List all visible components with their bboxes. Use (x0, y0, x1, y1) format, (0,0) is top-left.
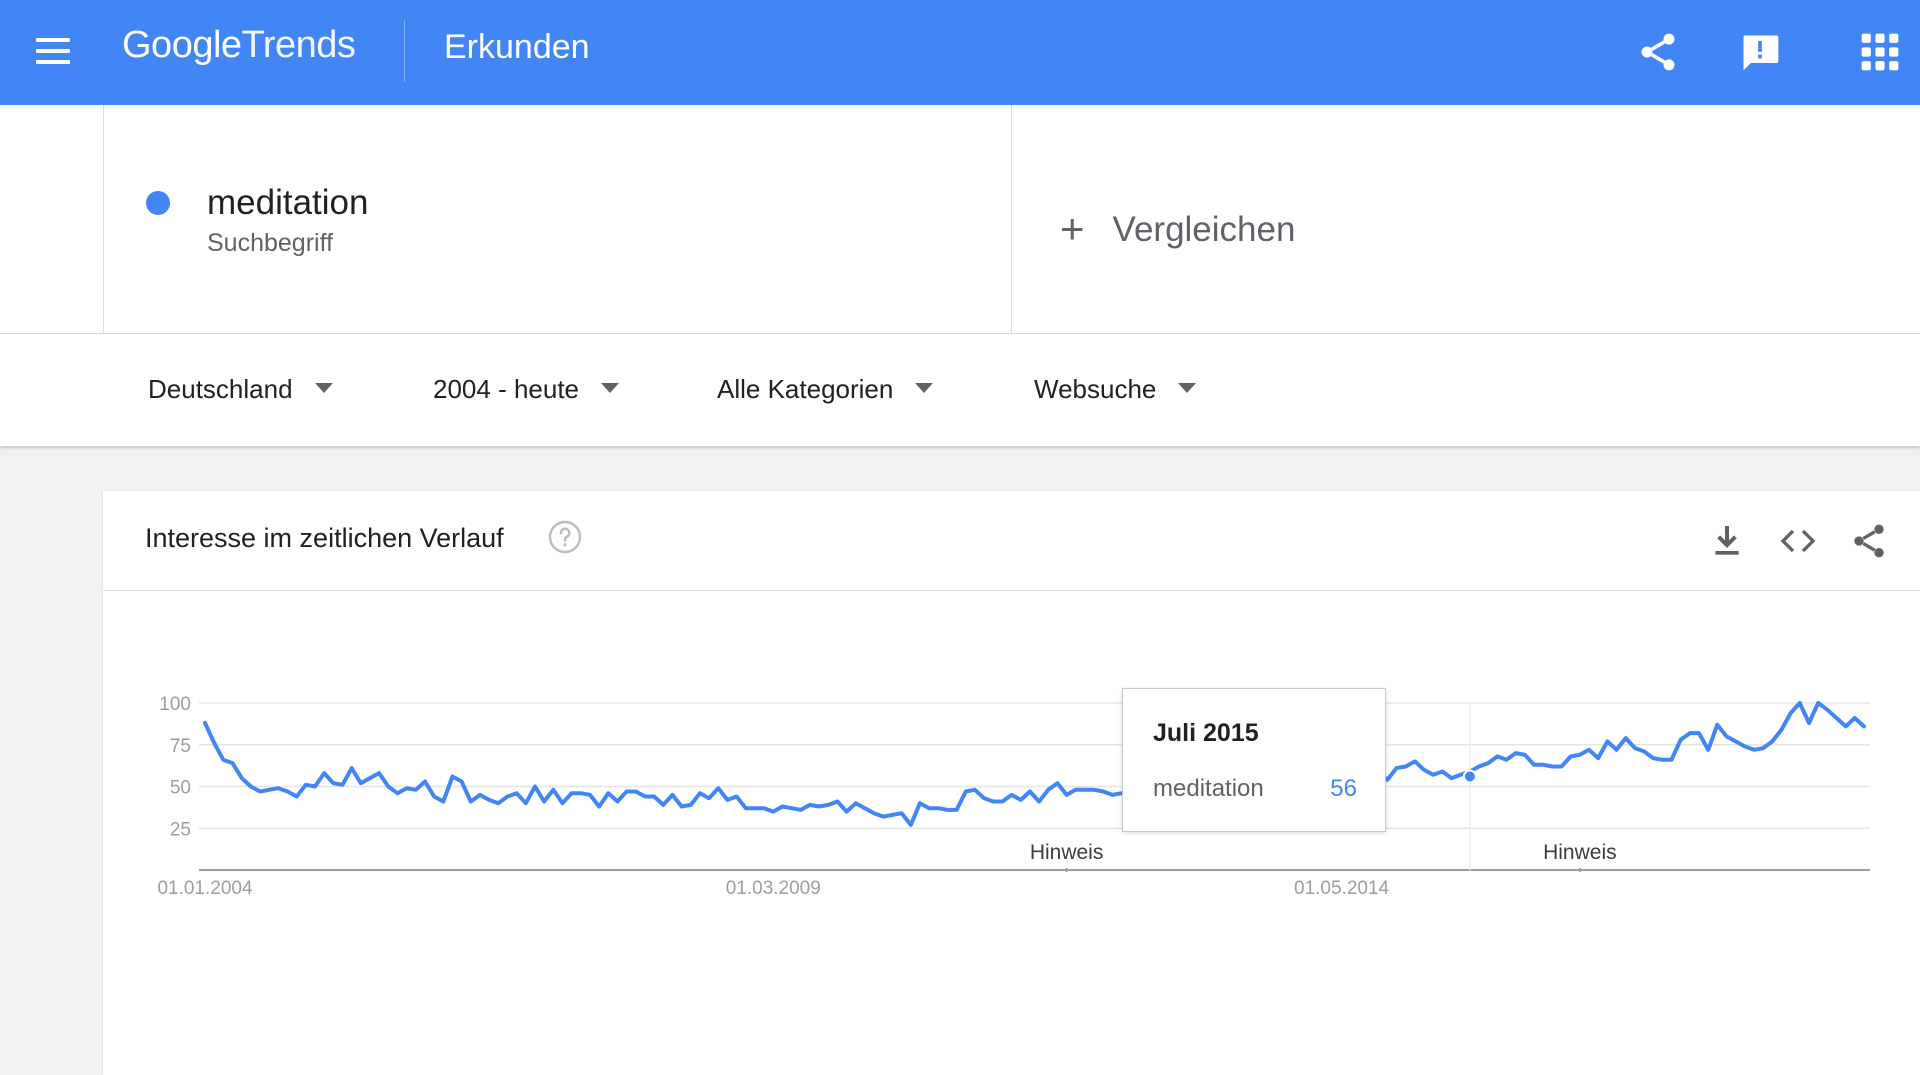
panel-divider (103, 105, 104, 333)
annotation-label: Hinweis (1030, 841, 1104, 864)
tooltip-date: Juli 2015 (1153, 719, 1259, 747)
top-app-bar: GoogleTrends Erkunden (0, 0, 1920, 105)
category-filter-dropdown[interactable]: Alle Kategorien (717, 374, 934, 405)
dropdown-arrow-icon (601, 383, 620, 394)
tooltip-value: 56 (1330, 775, 1357, 802)
interest-over-time-card: Interesse im zeitlichen Verlauf 25 50 75 10… (103, 491, 1920, 1075)
y-tick-label: 25 (170, 819, 191, 840)
logo-google-text: Google (122, 24, 242, 66)
compare-button[interactable]: + Vergleichen (1060, 203, 1296, 252)
region-filter-dropdown[interactable]: Deutschland (148, 374, 333, 405)
tooltip-term: meditation (1153, 775, 1264, 802)
search-type-filter-label: Websuche (1034, 374, 1157, 404)
x-tick-label: 01.03.2009 (726, 878, 821, 899)
dropdown-arrow-icon (1178, 383, 1197, 394)
x-tick-label: 01.05.2014 (1294, 878, 1390, 899)
time-range-filter-dropdown[interactable]: 2004 - heute (433, 374, 620, 405)
y-tick-label: 50 (170, 778, 191, 799)
region-filter-label: Deutschland (148, 374, 293, 404)
plus-icon: + (1060, 205, 1085, 252)
search-term-name[interactable]: meditation (207, 183, 368, 223)
y-tick-label: 75 (170, 736, 191, 757)
search-term-panel: meditation Suchbegriff + Vergleichen (0, 105, 1920, 334)
term-color-dot (146, 191, 170, 215)
panel-divider (1011, 105, 1012, 333)
apps-grid-icon[interactable] (1858, 30, 1902, 74)
annotation-label: Hinweis (1543, 841, 1617, 864)
trend-line-chart[interactable]: 25 50 75 100 01.01.2004 01.03.2009 01.05.2014 H… (103, 491, 1920, 1075)
logo-trends-text: Trends (241, 24, 356, 66)
page-title: Erkunden (444, 28, 590, 66)
category-filter-label: Alle Kategorien (717, 374, 894, 404)
time-range-filter-label: 2004 - heute (433, 374, 580, 404)
google-trends-logo[interactable]: GoogleTrends (122, 24, 356, 67)
x-tick-label: 01.01.2004 (157, 878, 253, 899)
menu-icon[interactable] (36, 38, 70, 64)
y-tick-label: 100 (159, 694, 191, 715)
compare-label: Vergleichen (1112, 210, 1296, 249)
chart-tooltip: Juli 2015 meditation 56 (1122, 688, 1386, 832)
search-term-type: Suchbegriff (207, 229, 334, 257)
highlighted-point (1462, 769, 1477, 784)
filter-bar: Deutschland 2004 - heute Alle Kategorien… (0, 334, 1920, 446)
share-icon[interactable] (1636, 30, 1680, 74)
search-type-filter-dropdown[interactable]: Websuche (1034, 374, 1197, 405)
dropdown-arrow-icon (915, 383, 934, 394)
feedback-icon[interactable] (1738, 30, 1782, 74)
header-divider (404, 20, 405, 82)
dropdown-arrow-icon (314, 383, 333, 394)
series-line-meditation (203, 701, 1866, 827)
